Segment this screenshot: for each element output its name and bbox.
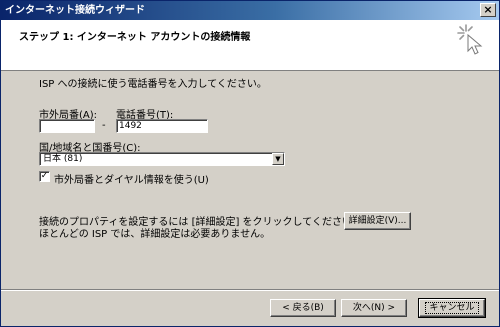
use-area-code-checkbox[interactable]: ✓ (39, 171, 50, 182)
title-bar[interactable]: インターネット接続ウィザード × (1, 1, 499, 20)
chevron-down-icon[interactable]: ▼ (272, 153, 284, 165)
cancel-button-label: キャンセル (425, 302, 479, 314)
country-select-value: 日本 (81) (43, 154, 83, 164)
instruction-text: ISP への接続に使う電話番号を入力してください。 (39, 79, 267, 90)
dash-separator: - (102, 120, 106, 131)
area-code-field[interactable] (39, 119, 95, 133)
footer-divider (1, 289, 499, 291)
sparkle-icon (457, 24, 483, 55)
use-area-code-label[interactable]: 市外局番とダイヤル情報を使う(U) (54, 171, 209, 186)
wizard-header: ステップ 1: インターネット アカウントの接続情報 (1, 20, 499, 71)
next-button[interactable]: 次へ(N) > (341, 299, 407, 317)
advanced-text-line2: ほとんどの ISP では、詳細設定は必要ありません。 (39, 229, 271, 240)
phone-number-field[interactable]: 1492 (116, 119, 208, 133)
window-title: インターネット接続ウィザード (5, 5, 145, 16)
back-button[interactable]: < 戻る(B) (270, 299, 336, 317)
cancel-button[interactable]: キャンセル (418, 298, 486, 318)
close-button[interactable]: × (480, 3, 496, 17)
wizard-window: インターネット接続ウィザード × ステップ 1: インターネット アカウントの接… (0, 0, 500, 327)
step-title: ステップ 1: インターネット アカウントの接続情報 (19, 32, 251, 43)
advanced-settings-button[interactable]: 詳細設定(V)... (344, 212, 411, 230)
country-select[interactable]: 日本 (81) ▼ (39, 152, 285, 166)
